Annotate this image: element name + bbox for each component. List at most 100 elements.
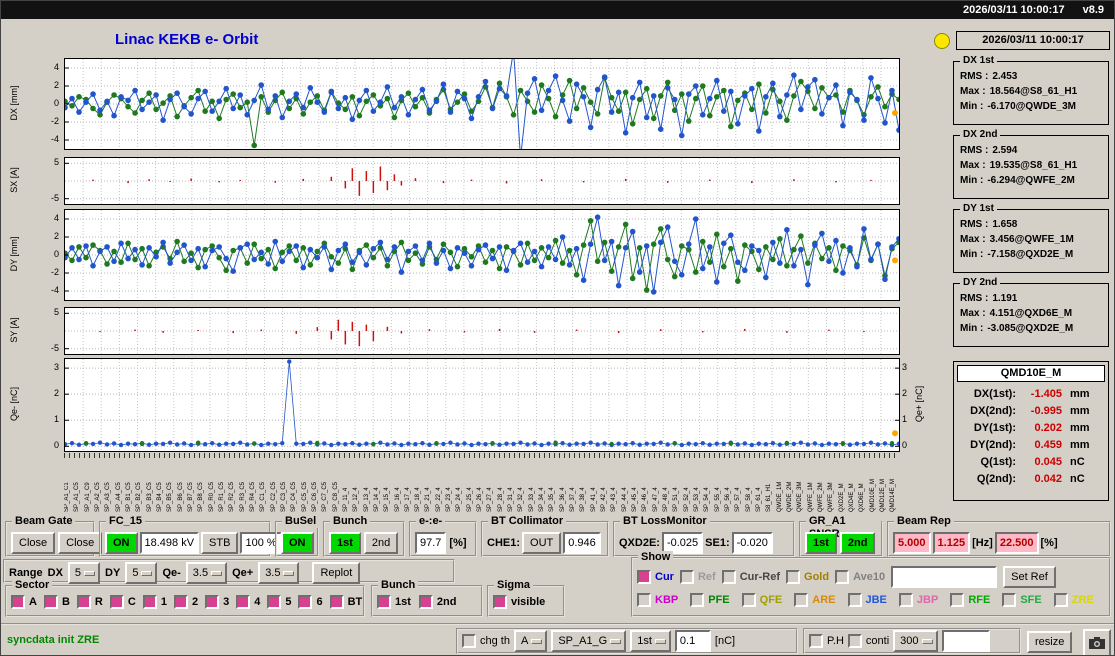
spare-input[interactable] — [941, 630, 990, 652]
screenshot-button[interactable] — [1083, 629, 1111, 655]
x-axis-label: SP_R3_C5 — [239, 481, 246, 512]
x-axis-label: SP_11_4 — [342, 487, 349, 512]
beam-gate-close-button-2[interactable]: Close — [58, 532, 103, 554]
sector-select[interactable]: A — [513, 630, 548, 652]
x-axis-label: SP_47_4 — [652, 487, 659, 512]
set-ref-button[interactable]: Set Ref — [1003, 566, 1056, 588]
sector-checkbox-1[interactable]: 1 — [142, 595, 167, 609]
sector-checkbox-a[interactable]: A — [11, 595, 37, 609]
checkbox-indicator — [721, 570, 736, 584]
show-checkbox-jbe[interactable]: JBE — [847, 593, 887, 607]
qe-y-tick-label: 1 — [53, 414, 59, 425]
show-checkbox-qfe[interactable]: QFE — [741, 593, 782, 607]
x-axis-label: SP_C5_C5 — [301, 481, 308, 512]
x-axis-label: SP_25_4 — [466, 487, 473, 512]
sector-checkbox-6[interactable]: 6 — [298, 595, 323, 609]
qe-right-y-tick-label: 0 — [902, 440, 908, 451]
show-checkbox-pfe[interactable]: PFE — [690, 593, 730, 607]
gr-a1-2nd-button[interactable]: 2nd — [839, 532, 876, 554]
beam-rep-group: Beam Rep 5.000 1.125 [Hz] 22.500 [%] — [887, 515, 1111, 557]
show-checkbox-ave10[interactable]: Ave10 — [835, 570, 885, 584]
fc15-on-button[interactable]: ON — [105, 532, 138, 554]
threshold-input[interactable]: 0.1 — [674, 630, 711, 652]
sector-checkbox-b[interactable]: B — [43, 595, 70, 609]
sector-checkbox-c[interactable]: C — [109, 595, 136, 609]
dx-y-tick-label: -2 — [50, 116, 59, 126]
fc15-kv-field: 18.498 kV — [139, 532, 200, 554]
range-qep-select[interactable]: 3.5 — [258, 562, 300, 584]
bpm-select[interactable]: SP_A1_G — [551, 630, 627, 652]
ph-checkbox[interactable]: P.H — [809, 634, 844, 648]
x-axis-label: SP_56_4 — [725, 487, 731, 512]
show-checkbox-jbp[interactable]: JBP — [898, 593, 938, 607]
dx-chart — [64, 58, 900, 150]
show-checkbox-cur-ref[interactable]: Cur-Ref — [721, 570, 780, 584]
sector-checkbox-bt[interactable]: BT — [329, 595, 362, 609]
bunch-checkbox-1st[interactable]: 1st — [377, 595, 411, 609]
x-axis-label: SP_R0_C5 — [208, 481, 215, 512]
x-axis-label: QXD2E_M — [838, 483, 845, 512]
sx-plot-row: SX [A] 5 -5 — [1, 157, 931, 205]
bunch-1st-button[interactable]: 1st — [329, 532, 361, 554]
set-ref-input[interactable] — [891, 566, 998, 588]
dy-chart — [64, 209, 900, 301]
checkbox-indicator — [142, 595, 157, 609]
x-axis-label: SP_A2_C5 — [94, 482, 101, 512]
che1-out-button[interactable]: OUT — [522, 532, 562, 554]
beam-rate-field: 1.125 — [932, 532, 971, 554]
chg-th-checkbox[interactable]: chg th — [462, 634, 510, 648]
busel-on-button[interactable]: ON — [281, 532, 314, 554]
qmd-row-unit: mm — [1070, 422, 1090, 434]
sigma-visible-checkbox[interactable]: visible — [493, 595, 545, 609]
hz-unit-label: [Hz] — [972, 537, 993, 549]
checkbox-indicator — [329, 595, 344, 609]
bunch-select[interactable]: 1st — [630, 630, 671, 652]
bunch-2nd-button[interactable]: 2nd — [363, 532, 399, 554]
fc15-stb-button[interactable]: STB — [201, 532, 239, 554]
dx-y-axis-label: DX [mm] — [9, 85, 19, 121]
checkbox-indicator — [298, 595, 313, 609]
rms-label: RMS : — [960, 219, 989, 230]
x-axis-label: SP_48_4 — [663, 487, 670, 512]
show-checkbox-zre[interactable]: ZRE — [1053, 593, 1094, 607]
checkbox-indicator — [679, 570, 694, 584]
sy-plot-row: SY [A] 5 -5 — [1, 307, 931, 355]
sector-checkbox-4[interactable]: 4 — [236, 595, 260, 609]
replot-button[interactable]: Replot — [312, 562, 361, 584]
checkbox-indicator — [809, 634, 823, 648]
x-axis-label: SP_52_4 — [683, 487, 690, 512]
beam-gate-close-button-1[interactable]: Close — [11, 532, 56, 554]
show-checkbox-sfe[interactable]: SFE — [1002, 593, 1042, 607]
x-axis-label: SP_43_4 — [611, 487, 618, 512]
x-axis-label: SP_31_4 — [508, 487, 515, 512]
bunch-checkbox-2nd[interactable]: 2nd — [418, 595, 456, 609]
conti-checkbox[interactable]: conti — [847, 634, 889, 648]
show-checkbox-are[interactable]: ARE — [794, 593, 836, 607]
sector-checkbox-3[interactable]: 3 — [205, 595, 229, 609]
x-axis-label: SP_C6_C5 — [311, 481, 318, 512]
count-select[interactable]: 300 — [893, 630, 938, 652]
show-checkbox-gold[interactable]: Gold — [786, 570, 829, 584]
x-axis-label: SP_37_4 — [570, 487, 577, 512]
se1-label: SE1: — [705, 537, 730, 549]
qe-y-tick-label: 2 — [53, 388, 59, 399]
sector-checkbox-2[interactable]: 2 — [173, 595, 198, 609]
range-dx-select[interactable]: 5 — [67, 562, 101, 584]
checkbox-indicator — [462, 634, 476, 648]
sector-checkbox-5[interactable]: 5 — [267, 595, 291, 609]
show-checkbox-rfe[interactable]: RFE — [950, 593, 990, 607]
resize-button[interactable]: resize — [1027, 631, 1073, 653]
show-checkbox-ref[interactable]: Ref — [679, 570, 716, 584]
x-axis-label: SP_22_4 — [435, 487, 442, 512]
range-dy-select[interactable]: 5 — [125, 562, 158, 584]
show-checkbox-kbp[interactable]: KBP — [637, 593, 678, 607]
show-checkbox-cur[interactable]: Cur — [637, 570, 674, 584]
x-axis-label: SP_38_4 — [580, 487, 587, 512]
range-qem-select[interactable]: 3.5 — [185, 562, 228, 584]
threshold-controls: chg th A SP_A1_G 1st 0.1 [nC] — [456, 628, 798, 654]
status-bar: syncdata init ZRE chg th A SP_A1_G 1st 0… — [1, 623, 1114, 655]
x-axis-label: SP_26_4 — [477, 487, 484, 512]
x-axis-label: QWDE_2M — [786, 481, 793, 512]
sector-checkbox-r[interactable]: R — [76, 595, 103, 609]
gr-a1-1st-button[interactable]: 1st — [805, 532, 837, 554]
